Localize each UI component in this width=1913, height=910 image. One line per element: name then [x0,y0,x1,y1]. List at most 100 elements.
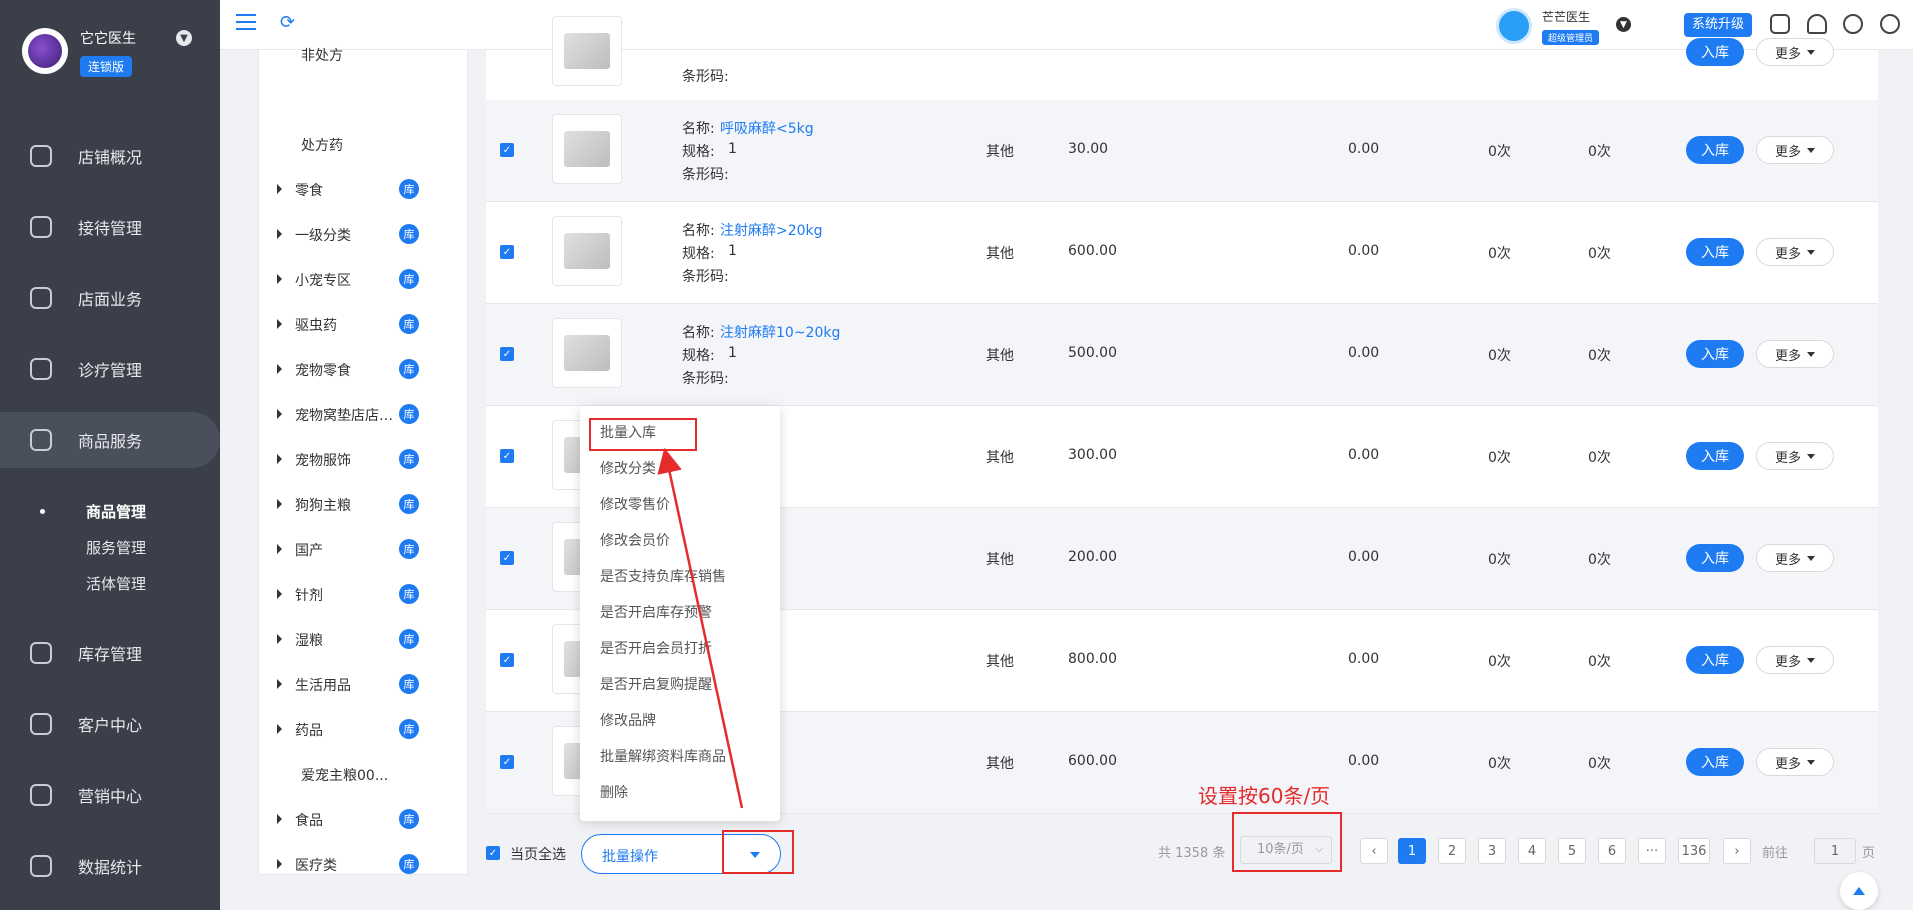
page-button[interactable]: 6 [1598,838,1626,864]
more-button[interactable]: 更多 [1756,646,1834,674]
category-item[interactable]: 驱虫药 库 [259,312,469,336]
row-checkbox[interactable]: ✓ [500,449,514,463]
sidebar-item-clinical[interactable]: 诊疗管理 [0,341,220,397]
dropdown-item[interactable]: 是否开启库存预警 [600,602,712,622]
caret-right-icon[interactable] [277,364,282,374]
sidebar-item-customers[interactable]: 客户中心 [0,696,220,752]
product-name-link[interactable]: 注射麻醉10~20kg [720,322,840,342]
page-button[interactable]: ··· [1638,838,1666,864]
caret-right-icon[interactable] [277,229,282,239]
product-name-link[interactable]: 呼吸麻醉<5kg [720,118,814,138]
caret-right-icon[interactable] [277,724,282,734]
caret-right-icon[interactable] [277,814,282,824]
product-name-link[interactable]: 注射麻醉>20kg [720,220,823,240]
category-item[interactable]: 小宠专区 库 [259,267,469,291]
sidebar-item-store-overview[interactable]: 店铺概况 [0,128,220,184]
more-button[interactable]: 更多 [1756,136,1834,164]
stock-in-button[interactable]: 入库 [1686,442,1744,470]
dropdown-item[interactable]: 是否支持负库存销售 [600,566,726,586]
caret-right-icon[interactable] [277,634,282,644]
dropdown-item[interactable]: 修改会员价 [600,530,670,550]
page-button[interactable]: 4 [1518,838,1546,864]
caret-right-icon[interactable] [277,274,282,284]
sidebar-item-inventory[interactable]: 库存管理 [0,625,220,681]
row-checkbox[interactable]: ✓ [500,245,514,259]
next-page-button[interactable]: › [1723,838,1751,864]
page-button[interactable]: 136 [1678,838,1710,864]
page-button[interactable]: 5 [1558,838,1586,864]
row-checkbox[interactable]: ✓ [500,347,514,361]
sub-item-service-management[interactable]: 服务管理 [0,533,220,561]
caret-right-icon[interactable] [277,859,282,869]
stock-in-button[interactable]: 入库 [1686,340,1744,368]
caret-right-icon[interactable] [277,454,282,464]
category-item[interactable]: 食品 库 [259,807,469,831]
dropdown-item[interactable]: 是否开启复购提醒 [600,674,712,694]
sidebar-item-store-business[interactable]: 店面业务 [0,270,220,326]
stock-in-button[interactable]: 入库 [1686,646,1744,674]
caret-right-icon[interactable] [277,184,282,194]
refresh-icon[interactable]: ⟳ [280,14,295,32]
caret-right-icon[interactable] [277,544,282,554]
category-item[interactable]: 一级分类 库 [259,222,469,246]
sidebar-item-reception[interactable]: 接待管理 [0,199,220,255]
stock-in-button[interactable]: 入库 [1686,748,1744,776]
caret-right-icon[interactable] [277,409,282,419]
chevron-down-icon[interactable]: ▼ [176,30,192,46]
dropdown-item[interactable]: 修改零售价 [600,494,670,514]
clock-icon[interactable] [1880,14,1900,34]
dropdown-item[interactable]: 修改分类 [600,458,656,478]
category-item[interactable]: 宠物窝垫店店… 库 [259,402,469,426]
category-item[interactable]: 处方药 [259,132,469,156]
category-item[interactable]: 爱宠主粮00... [259,762,469,786]
stock-in-button[interactable]: 入库 [1686,238,1744,266]
caret-down-icon [1807,147,1815,153]
category-item[interactable]: 药品 库 [259,717,469,741]
category-item[interactable]: 湿粮 库 [259,627,469,651]
sidebar-item-statistics[interactable]: 数据统计 [0,838,220,894]
caret-right-icon[interactable] [277,319,282,329]
more-button[interactable]: 更多 [1756,442,1834,470]
category-item[interactable]: 非处方 [259,42,469,66]
page-button[interactable]: 3 [1478,838,1506,864]
row-checkbox[interactable]: ✓ [500,551,514,565]
more-button[interactable]: 更多 [1756,748,1834,776]
dropdown-item[interactable]: 删除 [600,782,628,802]
more-label: 更多 [1774,450,1801,466]
sidebar-item-marketing[interactable]: 营销中心 [0,767,220,823]
dropdown-item[interactable]: 批量解绑资料库商品 [600,746,726,766]
stock-in-button[interactable]: 入库 [1686,544,1744,572]
caret-right-icon[interactable] [277,679,282,689]
category-item[interactable]: 狗狗主粮 库 [259,492,469,516]
category-item[interactable]: 零食 库 [259,177,469,201]
row-checkbox[interactable]: ✓ [500,143,514,157]
sub-item-goods-management[interactable]: 商品管理 [0,497,220,525]
more-button[interactable]: 更多 [1756,38,1834,66]
select-all-checkbox[interactable]: ✓ [486,846,500,860]
prev-page-button[interactable]: ‹ [1360,838,1388,864]
row-checkbox[interactable]: ✓ [500,755,514,769]
more-button[interactable]: 更多 [1756,238,1834,266]
more-button[interactable]: 更多 [1756,544,1834,572]
menu-toggle-icon[interactable] [236,14,256,30]
caret-right-icon[interactable] [277,589,282,599]
caret-right-icon[interactable] [277,499,282,509]
sidebar-item-goods-services[interactable]: 商品服务 [0,412,220,468]
dropdown-item[interactable]: 是否开启会员打折 [600,638,712,658]
row-checkbox[interactable]: ✓ [500,653,514,667]
category-item[interactable]: 生活用品 库 [259,672,469,696]
stock-in-button[interactable]: 入库 [1686,38,1744,66]
back-to-top-button[interactable] [1840,872,1878,910]
category-item[interactable]: 宠物服饰 库 [259,447,469,471]
more-button[interactable]: 更多 [1756,340,1834,368]
page-button[interactable]: 1 [1398,838,1426,864]
stock-in-button[interactable]: 入库 [1686,136,1744,164]
category-item[interactable]: 医疗类 库 [259,852,469,876]
dropdown-item[interactable]: 修改品牌 [600,710,656,730]
category-item[interactable]: 国产 库 [259,537,469,561]
page-button[interactable]: 2 [1438,838,1466,864]
goto-page-input[interactable]: 1 [1814,838,1856,864]
category-item[interactable]: 宠物零食 库 [259,357,469,381]
sub-item-live-animal-management[interactable]: 活体管理 [0,569,220,597]
category-item[interactable]: 针剂 库 [259,582,469,606]
